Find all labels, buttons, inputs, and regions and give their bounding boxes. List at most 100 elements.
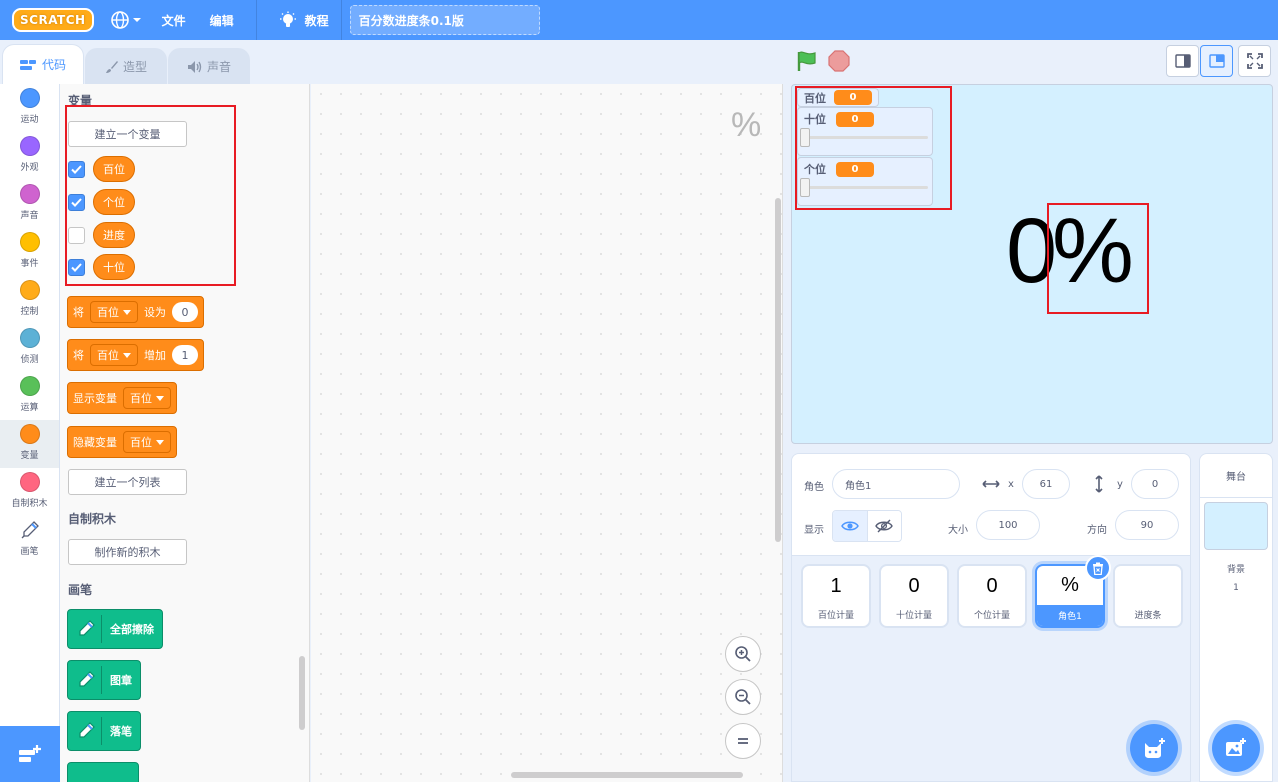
file-menu[interactable]: 文件	[150, 0, 198, 40]
variable-dropdown[interactable]: 百位	[90, 344, 138, 366]
y-input[interactable]: 0	[1131, 469, 1179, 499]
pen-block-partial[interactable]	[67, 762, 139, 782]
workspace-horizontal-scrollbar[interactable]	[511, 772, 743, 778]
category-sensing[interactable]: 侦测	[0, 324, 59, 372]
category-looks[interactable]: 外观	[0, 132, 59, 180]
category-label: 控制	[20, 307, 39, 317]
green-flag-button[interactable]	[796, 50, 818, 75]
pen-clear-block[interactable]: 全部擦除	[67, 609, 163, 649]
hide-variable-block[interactable]: 隐藏变量 百位	[67, 426, 177, 458]
zoom-in-button[interactable]	[725, 636, 761, 672]
size-input[interactable]: 100	[976, 510, 1040, 540]
zoom-out-button[interactable]	[725, 679, 761, 715]
delete-sprite-button[interactable]	[1085, 555, 1111, 581]
variable-reporter[interactable]: 进度	[93, 222, 135, 248]
variable-reporter[interactable]: 十位	[93, 254, 135, 280]
edit-menu[interactable]: 编辑	[198, 0, 246, 40]
sprite-tile[interactable]: 进度条	[1113, 564, 1183, 628]
show-variable-block[interactable]: 显示变量 百位	[67, 382, 177, 414]
slider-handle[interactable]	[800, 178, 810, 197]
change-variable-block[interactable]: 将 百位 增加 1	[67, 339, 204, 371]
variable-slider-monitor[interactable]: 个位 0	[797, 157, 933, 206]
show-sprite-button[interactable]	[833, 511, 868, 541]
stage-canvas[interactable]: 百位 0 十位 0 个位 0 0 %	[791, 84, 1273, 444]
variable-dropdown[interactable]: 百位	[123, 431, 171, 453]
value-input[interactable]: 1	[172, 345, 198, 365]
small-stage-button[interactable]	[1166, 45, 1199, 77]
direction-input[interactable]: 90	[1115, 510, 1179, 540]
pen-icon	[74, 615, 102, 643]
tab-code[interactable]: 代码	[2, 44, 84, 84]
variable-dropdown[interactable]: 百位	[123, 387, 171, 409]
variable-checkbox[interactable]	[68, 160, 85, 178]
sprite-digit[interactable]: 0	[1006, 205, 1057, 297]
monitor-slider-track[interactable]	[800, 178, 928, 197]
category-events[interactable]: 事件	[0, 228, 59, 276]
workspace-vertical-scrollbar[interactable]	[775, 198, 781, 542]
language-menu[interactable]	[102, 10, 150, 30]
variable-reporter[interactable]: 百位	[93, 156, 135, 182]
make-list-button[interactable]: 建立一个列表	[68, 469, 187, 495]
category-variables[interactable]: 变量	[0, 420, 59, 468]
make-block-button[interactable]: 制作新的积木	[68, 539, 187, 565]
slider-handle[interactable]	[800, 128, 810, 147]
variable-checkbox[interactable]	[68, 258, 85, 276]
sprite-tile[interactable]: 0 十位计量	[879, 564, 949, 628]
add-backdrop-button[interactable]	[1212, 724, 1260, 772]
variable-slider-monitor[interactable]: 十位 0	[797, 107, 933, 156]
pen-icon	[21, 521, 39, 539]
tutorials-menu[interactable]: 教程	[267, 0, 341, 40]
pen-stamp-block[interactable]: 图章	[67, 660, 141, 700]
sprite-percent[interactable]: %	[1052, 205, 1134, 297]
category-operators[interactable]: 运算	[0, 372, 59, 420]
chevron-down-icon	[123, 309, 131, 315]
sprite-thumbnail: %	[1061, 573, 1079, 596]
add-sprite-button[interactable]	[1130, 724, 1178, 772]
hide-sprite-button[interactable]	[867, 511, 901, 541]
x-input[interactable]: 61	[1022, 469, 1070, 499]
category-myblocks[interactable]: 自制积木	[0, 468, 59, 516]
sprite-tile[interactable]: 0 个位计量	[957, 564, 1027, 628]
variable-row: 进度	[68, 222, 135, 248]
category-operators-icon	[19, 376, 40, 396]
normal-stage-button[interactable]	[1200, 45, 1233, 77]
sprite-thumbnail: 0	[986, 574, 998, 597]
tab-sounds[interactable]: 声音	[168, 48, 250, 84]
value-input[interactable]: 0	[172, 302, 198, 322]
block-palette: 变量 建立一个变量 百位 个位 进度 十位 将 百位 设为 0 将 百位 增加 …	[60, 84, 310, 782]
tab-costumes[interactable]: 造型	[85, 48, 167, 84]
fullscreen-icon	[1246, 53, 1263, 69]
category-control[interactable]: 控制	[0, 276, 59, 324]
variable-reporter[interactable]: 个位	[93, 189, 135, 215]
sprite-name-input[interactable]: 角色1	[832, 469, 960, 499]
cat-add-icon	[1145, 738, 1165, 758]
block-text: 隐藏变量	[73, 436, 117, 449]
variable-monitor[interactable]: 百位 0	[797, 88, 879, 107]
stop-button[interactable]	[828, 50, 850, 75]
stage-thumbnail[interactable]	[1204, 502, 1268, 550]
category-motion[interactable]: 运动	[0, 84, 59, 132]
set-variable-block[interactable]: 将 百位 设为 0	[67, 296, 204, 328]
category-sound[interactable]: 声音	[0, 180, 59, 228]
variable-checkbox[interactable]	[68, 226, 85, 244]
sprite-tile-name: 进度条	[1134, 611, 1162, 621]
category-pen[interactable]: 画笔	[0, 516, 59, 564]
palette-scrollbar[interactable]	[299, 656, 305, 730]
sprite-pane: 角色 角色1 x 61 y 0 显示 大小 100 方向 90 1 百位计量 0…	[791, 453, 1191, 782]
stage-pane[interactable]: 舞台 背景 1	[1199, 453, 1273, 782]
fullscreen-button[interactable]	[1238, 45, 1271, 77]
sprite-tile[interactable]: 1 百位计量	[801, 564, 871, 628]
eye-icon	[840, 521, 859, 531]
variable-dropdown[interactable]: 百位	[90, 301, 138, 323]
add-extension-button[interactable]	[0, 726, 60, 782]
variable-checkbox[interactable]	[68, 193, 85, 211]
project-title-input[interactable]: 百分数进度条0.1版	[349, 5, 540, 35]
scratch-logo[interactable]: SCRATCH	[12, 8, 94, 32]
pen-down-block[interactable]: 落笔	[67, 711, 141, 751]
script-area[interactable]: %	[311, 84, 783, 782]
make-variable-button[interactable]: 建立一个变量	[68, 121, 187, 147]
myblocks-heading: 自制积木	[68, 512, 117, 526]
category-sound-icon	[19, 184, 40, 204]
monitor-slider-track[interactable]	[800, 128, 928, 147]
zoom-reset-button[interactable]	[725, 723, 761, 759]
